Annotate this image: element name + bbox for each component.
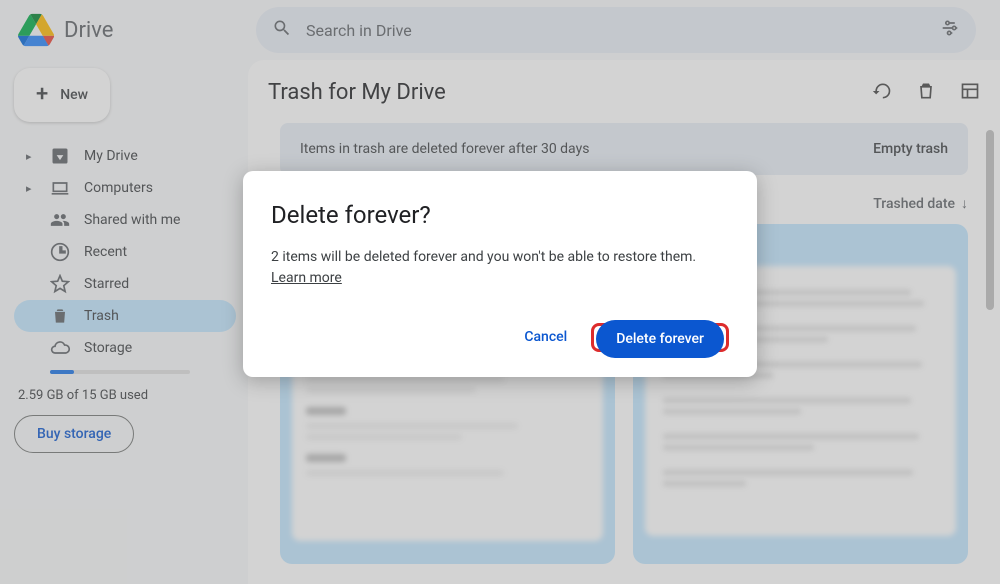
learn-more-link[interactable]: Learn more: [271, 270, 342, 286]
cancel-button[interactable]: Cancel: [510, 319, 581, 355]
delete-forever-dialog: Delete forever? 2 items will be deleted …: [243, 171, 757, 377]
dialog-title: Delete forever?: [271, 201, 729, 229]
delete-forever-button[interactable]: Delete forever: [596, 320, 724, 358]
dialog-body: 2 items will be deleted forever and you …: [271, 249, 696, 265]
delete-forever-highlight: Delete forever: [591, 323, 729, 352]
modal-overlay: Delete forever? 2 items will be deleted …: [0, 0, 1000, 584]
